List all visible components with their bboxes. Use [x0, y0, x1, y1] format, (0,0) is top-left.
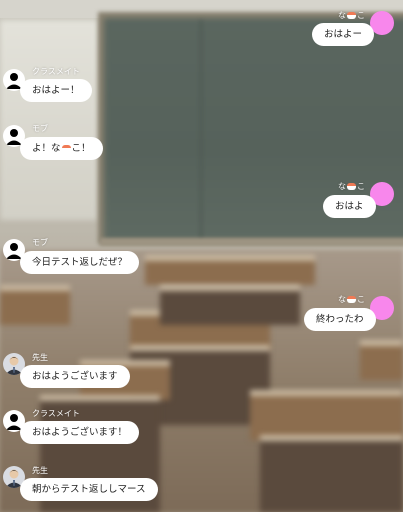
- message-bubble: おはよー！: [20, 79, 92, 102]
- message-bubble: 今日テスト返しだぜ？: [20, 251, 140, 274]
- sushi-icon: [347, 183, 356, 190]
- sender-name: 先生: [32, 353, 48, 362]
- message-bubble: 終わったわ: [304, 308, 376, 331]
- message-bubble: おはよー: [312, 23, 375, 46]
- sushi-icon: [347, 12, 356, 19]
- message-bubble: よ！な こ！: [20, 137, 103, 160]
- message-bubble: おはよ: [323, 195, 376, 218]
- message-bubble: 朝からテスト返ししマース: [20, 478, 158, 501]
- sushi-icon: [347, 296, 356, 303]
- chat-log: なこ おはよー クラスメイト おはよー！ モブ よ！な こ！ なこ おはよ モブ…: [0, 0, 403, 512]
- sender-name: なこ: [338, 295, 365, 304]
- sender-name: クラスメイト: [32, 67, 80, 76]
- sender-name: なこ: [338, 182, 365, 191]
- message-bubble: おはようございます！: [20, 421, 140, 444]
- sender-name: 先生: [32, 466, 48, 475]
- message-bubble: おはようございます: [20, 365, 130, 388]
- sender-name: クラスメイト: [32, 409, 80, 418]
- sender-name: モブ: [32, 238, 48, 247]
- sushi-icon: [61, 145, 71, 152]
- sender-name: モブ: [32, 124, 48, 133]
- sender-name: なこ: [338, 11, 365, 20]
